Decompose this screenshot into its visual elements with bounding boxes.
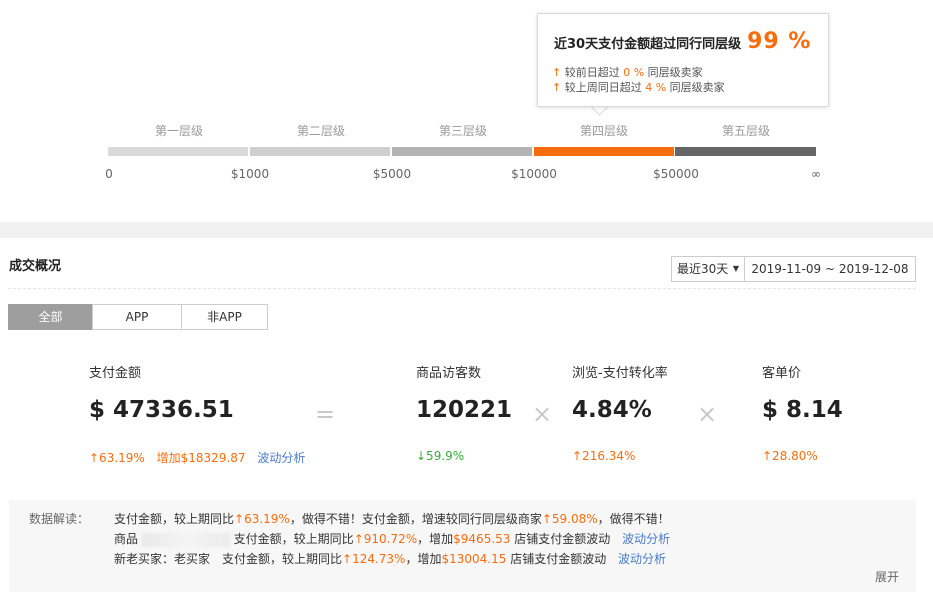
fluctuation-analysis-link[interactable]: 波动分析 bbox=[618, 552, 666, 566]
tier-tick: $50000 bbox=[653, 167, 699, 181]
interp-value: $13004.15 bbox=[441, 552, 507, 566]
unit-price-label: 客单价 bbox=[762, 366, 802, 381]
tier-tick: $5000 bbox=[372, 167, 412, 181]
date-range-field[interactable]: 2019-11-09 ~ 2019-12-08 bbox=[745, 256, 916, 282]
unit-price-value: $ 8.14 bbox=[762, 397, 843, 423]
interpretation-line-2: 商品 支付金额，较上期同比↑910.72%，增加$9465.53 店铺支付金额波… bbox=[114, 530, 670, 547]
visitors-change: ↓59.9% bbox=[416, 449, 465, 463]
interp-text: ，增加 bbox=[405, 552, 442, 566]
interp-text: 支付金额，较上期同比 bbox=[233, 532, 354, 546]
interp-text: 新老买家：老买家 支付金额，较上期同比 bbox=[114, 552, 343, 566]
interpretation-line-3: 新老买家：老买家 支付金额，较上期同比↑124.73%，增加$13004.15 … bbox=[114, 550, 666, 567]
data-interpretation-panel: 数据解读： 支付金额，较上期同比↑63.19%，做得不错！支付金额，增速较同行同… bbox=[9, 500, 916, 592]
payment-fluctuation-link[interactable]: 波动分析 bbox=[257, 451, 305, 465]
period-select-value: 最近30天 bbox=[677, 262, 729, 276]
tier-label-3: 第三层级 bbox=[438, 124, 487, 138]
interp-value: ↑910.72% bbox=[353, 532, 418, 546]
visitors-value: 120221 bbox=[416, 397, 513, 423]
interp-value: ↑124.73% bbox=[342, 552, 406, 566]
equals-icon: = bbox=[315, 400, 336, 428]
interpretation-line-1: 支付金额，较上期同比↑63.19%，做得不错！支付金额，增速较同行同层级商家↑5… bbox=[114, 510, 670, 527]
tier-label-1: 第一层级 bbox=[154, 124, 203, 138]
dashed-divider bbox=[8, 288, 916, 289]
unit-price-change: ↑28.80% bbox=[762, 449, 818, 463]
tooltip-line-text: 较前日超过 bbox=[564, 66, 624, 79]
tooltip-line-suffix: 同层级卖家 bbox=[666, 81, 725, 94]
conversion-value: 4.84% bbox=[572, 397, 652, 423]
section-divider bbox=[0, 222, 933, 238]
interp-value: $9465.53 bbox=[453, 532, 511, 546]
tooltip-line-value: 0 % bbox=[623, 66, 645, 79]
tier-label-2: 第二层级 bbox=[296, 124, 345, 138]
tooltip-line-value: 4 % bbox=[645, 81, 667, 94]
tier-bar-2 bbox=[250, 147, 390, 156]
interp-text: ，增加 bbox=[417, 532, 454, 546]
multiply-icon: × bbox=[697, 400, 718, 428]
tooltip-headline: 近30天支付金额超过同行同层级 bbox=[554, 37, 742, 52]
fluctuation-analysis-link[interactable]: 波动分析 bbox=[622, 532, 670, 546]
tooltip-line-text: 较上周同日超过 bbox=[564, 81, 646, 94]
tooltip-percent: 99 % bbox=[747, 29, 812, 54]
interp-text: 支付金额，较上期同比 bbox=[114, 512, 235, 526]
tier-tooltip: 近30天支付金额超过同行同层级 99 % ↑ 较前日超过 0 % 同层级卖家 ↑ … bbox=[537, 13, 829, 107]
expand-button[interactable]: 展开 bbox=[875, 568, 899, 585]
payment-change-row: ↑63.19% 增加$18329.87 波动分析 bbox=[89, 449, 305, 466]
interp-text: 店铺支付金额波动 bbox=[506, 552, 607, 566]
segment-all[interactable]: 全部 bbox=[8, 304, 93, 330]
tier-bar-1 bbox=[108, 147, 248, 156]
visitors-label: 商品访客数 bbox=[416, 366, 482, 381]
caret-down-icon: ▼ bbox=[732, 264, 739, 273]
tier-tick: $1000 bbox=[230, 167, 270, 181]
interpretation-label: 数据解读： bbox=[29, 512, 90, 526]
tier-label-5: 第五层级 bbox=[721, 124, 770, 138]
interp-text: ，做得不错！支付金额，增速较同行同层级商家 bbox=[289, 512, 542, 526]
tier-label-4: 第四层级 bbox=[579, 124, 628, 138]
tier-bar-3 bbox=[392, 147, 532, 156]
tooltip-line-prev-day: ↑ 较前日超过 0 % 同层级卖家 bbox=[552, 64, 703, 80]
interp-text: ，做得不错！ bbox=[597, 512, 670, 526]
up-arrow-icon: ↑ bbox=[552, 81, 562, 94]
tooltip-line-last-week: ↑ 较上周同日超过 4 % 同层级卖家 bbox=[552, 79, 725, 95]
tooltip-headline-row: 近30天支付金额超过同行同层级 99 % bbox=[554, 29, 811, 54]
redacted-product-name bbox=[141, 532, 230, 547]
tier-bar-4-current bbox=[534, 147, 674, 156]
tier-section: 近30天支付金额超过同行同层级 99 % ↑ 较前日超过 0 % 同层级卖家 ↑ … bbox=[0, 0, 933, 222]
multiply-icon: × bbox=[532, 400, 553, 428]
segment-non-app[interactable]: 非APP bbox=[181, 304, 268, 330]
infinity-tick: ∞ bbox=[811, 167, 821, 181]
period-select[interactable]: 最近30天 ▼ bbox=[671, 256, 745, 282]
payment-increase: 增加$18329.87 bbox=[156, 451, 246, 465]
interp-value: ↑63.19% bbox=[234, 512, 290, 526]
conversion-label: 浏览-支付转化率 bbox=[572, 366, 668, 381]
conversion-change: ↑216.34% bbox=[572, 449, 636, 463]
payment-change: ↑63.19% bbox=[89, 451, 145, 465]
interp-value: ↑59.08% bbox=[541, 512, 598, 526]
tier-tick: $10000 bbox=[511, 167, 557, 181]
segment-app[interactable]: APP bbox=[92, 304, 182, 330]
up-arrow-icon: ↑ bbox=[552, 66, 562, 79]
overview-title: 成交概况 bbox=[9, 259, 62, 274]
interp-text: 商品 bbox=[114, 532, 139, 546]
tier-tick: 0 bbox=[105, 167, 113, 181]
payment-label: 支付金额 bbox=[89, 366, 142, 381]
interp-text: 店铺支付金额波动 bbox=[510, 532, 611, 546]
tooltip-line-suffix: 同层级卖家 bbox=[644, 66, 703, 79]
payment-value: $ 47336.51 bbox=[89, 397, 234, 423]
tier-bar-5 bbox=[675, 147, 816, 156]
